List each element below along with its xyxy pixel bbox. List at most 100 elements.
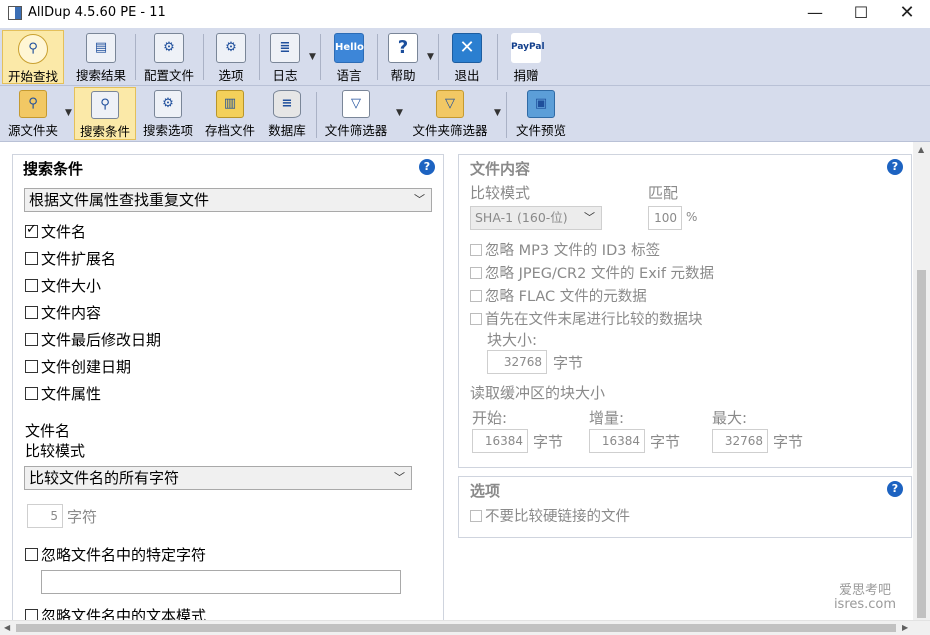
file-content-title: 文件内容 — [470, 160, 531, 178]
log-dropdown-arrow[interactable]: ▼ — [309, 52, 316, 62]
right-panel: 文件内容 ? 比较模式 匹配 SHA-1 (160-位) ﹀ 100 % 忽略 … — [458, 154, 912, 624]
archive-files-button[interactable]: ▥ 存档文件 — [200, 87, 260, 140]
scroll-right-icon[interactable]: ▶ — [902, 623, 908, 632]
checkbox-box — [25, 252, 38, 265]
checkbox-box — [470, 510, 482, 522]
max-label: 最大: — [712, 409, 748, 427]
search-criteria-button[interactable]: ⚲ 搜索条件 — [74, 87, 136, 140]
options-button[interactable]: ⚙ 选项 — [206, 30, 256, 84]
checkbox-ignore-id3[interactable]: 忽略 MP3 文件的 ID3 标签 — [470, 239, 660, 260]
options-help-icon[interactable]: ? — [887, 481, 903, 497]
toolbar-separator — [203, 34, 204, 80]
checkbox-box — [25, 387, 38, 400]
checkbox-box — [25, 360, 38, 373]
checkbox-ignore-chars[interactable]: 忽略文件名中的特定字符 — [25, 544, 206, 565]
compare-mode-label: 比较模式 — [25, 442, 86, 460]
filename-compare-mode-select[interactable]: 比较文件名的所有字符 ﹀ — [24, 466, 412, 490]
content-area: 搜索条件 ? 根据文件属性查找重复文件 ﹀ 文件名 文件扩展名 文件大小 文件内… — [0, 142, 930, 625]
checkbox-content[interactable]: 文件内容 — [25, 302, 101, 323]
checkbox-modified-date[interactable]: 文件最后修改日期 — [25, 329, 161, 350]
search-criteria-help-icon[interactable]: ? — [419, 159, 435, 175]
checkbox-box — [470, 244, 482, 256]
checkbox-box — [25, 548, 38, 561]
start-input[interactable]: 16384 — [472, 429, 528, 453]
file-filter-dropdown-arrow[interactable]: ▼ — [396, 108, 403, 118]
checkbox-extension[interactable]: 文件扩展名 — [25, 248, 116, 269]
file-filter-button[interactable]: ▽ 文件筛选器 — [320, 87, 392, 140]
scroll-left-icon[interactable]: ◀ — [4, 623, 10, 632]
checkbox-box — [25, 279, 38, 292]
folder-filter-button[interactable]: ▽ 文件夹筛选器 — [408, 87, 492, 140]
maximize-button[interactable]: ☐ — [838, 0, 884, 28]
toolbar-separator — [320, 34, 321, 80]
horizontal-scroll-thumb[interactable] — [16, 624, 896, 632]
vertical-scrollbar[interactable]: ▲ — [913, 142, 930, 620]
file-filter-icon: ▽ — [342, 90, 370, 118]
match-label: 匹配 — [648, 184, 679, 202]
checkbox-ignore-flac[interactable]: 忽略 FLAC 文件的元数据 — [470, 285, 647, 306]
source-folders-button[interactable]: ⚲ 源文件夹 — [2, 87, 64, 140]
max-input[interactable]: 32768 — [712, 429, 768, 453]
vertical-scroll-thumb[interactable] — [917, 270, 926, 618]
toolbar-separator — [438, 34, 439, 80]
checkbox-created-date[interactable]: 文件创建日期 — [25, 356, 131, 377]
paypal-icon: PayPal — [511, 33, 545, 63]
filename-label: 文件名 — [25, 422, 71, 440]
toolbar-separator — [377, 34, 378, 80]
chevron-down-icon: ﹀ — [394, 471, 405, 484]
start-search-button[interactable]: ⚲ 开始查找 — [2, 30, 64, 84]
match-percent-input[interactable]: 100 — [648, 206, 682, 230]
help-dropdown-arrow[interactable]: ▼ — [427, 52, 434, 62]
toolbar-separator — [497, 34, 498, 80]
block-size-input[interactable]: 32768 — [487, 350, 547, 374]
title-bar: AllDup 4.5.60 PE - 11 — ☐ ✕ — [0, 0, 930, 28]
help-button[interactable]: ? 帮助 — [380, 30, 426, 84]
search-results-button[interactable]: ▤ 搜索结果 — [70, 30, 132, 84]
log-button[interactable]: ≣ 日志 — [262, 30, 308, 84]
start-label: 开始: — [472, 409, 508, 427]
checkbox-box — [470, 267, 482, 279]
max-unit: 字节 — [773, 433, 804, 451]
checkbox-attributes[interactable]: 文件属性 — [25, 383, 101, 404]
app-icon — [8, 6, 22, 20]
file-preview-icon: ▣ — [527, 90, 555, 118]
exit-button[interactable]: ✕ 退出 — [442, 30, 492, 84]
file-content-group: 文件内容 ? 比较模式 匹配 SHA-1 (160-位) ﹀ 100 % 忽略 … — [458, 154, 912, 468]
hash-algorithm-select[interactable]: SHA-1 (160-位) ﹀ — [470, 206, 602, 230]
toolbar-separator — [259, 34, 260, 80]
ignore-chars-input[interactable] — [41, 570, 401, 594]
buffer-size-label: 读取缓冲区的块大小 — [470, 384, 606, 402]
checkbox-compare-end-first[interactable]: 首先在文件末尾进行比较的数据块 — [470, 308, 703, 329]
horizontal-scrollbar[interactable]: ◀ ▶ — [0, 620, 930, 635]
folder-filter-dropdown-arrow[interactable]: ▼ — [494, 108, 501, 118]
checkbox-filename[interactable]: 文件名 — [25, 221, 86, 242]
checkbox-no-hardlinks[interactable]: 不要比较硬链接的文件 — [470, 505, 630, 526]
search-criteria-icon: ⚲ — [91, 91, 119, 119]
search-criteria-panel: 搜索条件 ? 根据文件属性查找重复文件 ﹀ 文件名 文件扩展名 文件大小 文件内… — [12, 154, 444, 625]
checkbox-ignore-exif[interactable]: 忽略 JPEG/CR2 文件的 Exif 元数据 — [470, 262, 714, 283]
minimize-button[interactable]: — — [792, 0, 838, 28]
search-options-button[interactable]: ⚙ 搜索选项 — [138, 87, 198, 140]
search-mode-select[interactable]: 根据文件属性查找重复文件 ﹀ — [24, 188, 432, 212]
magnifier-icon: ⚲ — [18, 34, 48, 64]
language-button[interactable]: Hello 语言 — [324, 30, 374, 84]
exit-icon: ✕ — [452, 33, 482, 63]
scroll-up-icon[interactable]: ▲ — [918, 145, 924, 154]
checkbox-box — [470, 290, 482, 302]
search-options-icon: ⚙ — [154, 90, 182, 118]
source-folders-dropdown-arrow[interactable]: ▼ — [65, 108, 72, 118]
increment-input[interactable]: 16384 — [589, 429, 645, 453]
main-toolbar: ⚲ 开始查找 ▤ 搜索结果 ⚙ 配置文件 ⚙ 选项 ≣ 日志 ▼ Hello 语… — [0, 28, 930, 86]
start-unit: 字节 — [533, 433, 564, 451]
donate-button[interactable]: PayPal 捐赠 — [502, 30, 550, 84]
char-count-input[interactable]: 5 — [27, 504, 63, 528]
checkbox-size[interactable]: 文件大小 — [25, 275, 101, 296]
options-icon: ⚙ — [216, 33, 246, 63]
close-button[interactable]: ✕ — [884, 0, 930, 28]
increment-label: 增量: — [589, 409, 625, 427]
profile-button[interactable]: ⚙ 配置文件 — [138, 30, 200, 84]
database-button[interactable]: ≡ 数据库 — [262, 87, 312, 140]
file-preview-button[interactable]: ▣ 文件预览 — [510, 87, 572, 140]
file-content-help-icon[interactable]: ? — [887, 159, 903, 175]
char-unit-label: 字符 — [67, 508, 98, 526]
